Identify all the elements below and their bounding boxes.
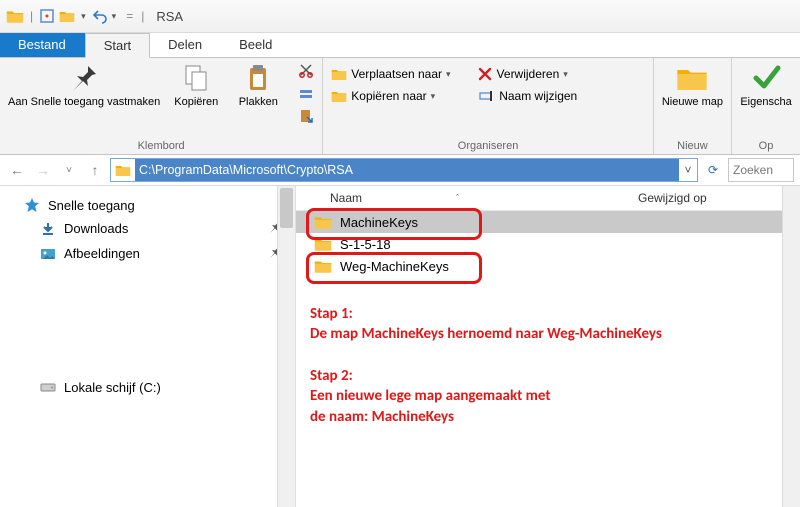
cut-icon[interactable]: [298, 62, 314, 81]
copy-label: Kopiëren: [174, 96, 218, 108]
column-headers: Naam ˆ Gewijzigd op: [296, 186, 800, 211]
nav-label: Downloads: [64, 221, 128, 236]
new-folder-icon[interactable]: [59, 8, 75, 24]
group-label-open: Op: [759, 140, 774, 152]
chevron-down-icon[interactable]: ▾: [81, 11, 86, 22]
up-button[interactable]: ↑: [84, 159, 106, 181]
folder-icon: [6, 9, 24, 23]
content-scrollbar[interactable]: [782, 186, 800, 507]
ribbon-tabs: Bestand Start Delen Beeld: [0, 33, 800, 58]
separator: |: [30, 9, 33, 23]
column-modified-label: Gewijzigd op: [638, 191, 707, 205]
folder-icon: [314, 259, 332, 273]
file-row[interactable]: S-1-5-18: [296, 233, 800, 255]
content-pane: Naam ˆ Gewijzigd op MachineKeys S-1-5-18…: [296, 186, 800, 507]
copy-to-button[interactable]: Kopiëren naar▾: [331, 88, 435, 104]
chevron-down-icon[interactable]: ▾: [112, 11, 117, 22]
annotation-step1-title: Stap 1:: [310, 304, 662, 324]
file-list: MachineKeys S-1-5-18 Weg-MachineKeys: [296, 211, 800, 277]
paste-shortcut-icon[interactable]: [298, 108, 314, 127]
nav-quick-access[interactable]: Snelle toegang: [0, 194, 295, 216]
tab-view[interactable]: Beeld: [221, 33, 291, 57]
nav-pictures[interactable]: Afbeeldingen: [0, 241, 295, 266]
column-name-label: Naam: [330, 191, 362, 205]
search-box[interactable]: Zoeken: [728, 158, 794, 182]
move-to-button[interactable]: Verplaatsen naar▾: [331, 66, 450, 82]
navigation-pane: Snelle toegang Downloads Afbeeldingen Lo…: [0, 186, 296, 507]
navpane-scrollbar[interactable]: [277, 186, 295, 507]
tab-share[interactable]: Delen: [150, 33, 221, 57]
chevron-down-icon[interactable]: ˅: [679, 163, 697, 177]
separator: |: [141, 9, 144, 23]
delete-button[interactable]: Verwijderen▾: [477, 66, 568, 82]
folder-icon: [314, 237, 332, 251]
address-input[interactable]: [135, 159, 679, 181]
copy-path-icon[interactable]: [298, 85, 314, 104]
file-row[interactable]: Weg-MachineKeys: [296, 255, 800, 277]
main-area: Snelle toegang Downloads Afbeeldingen Lo…: [0, 186, 800, 507]
annotation-step2: Stap 2: Een nieuwe lege map aangemaakt m…: [310, 366, 551, 427]
paste-button[interactable]: Plakken: [232, 62, 284, 108]
tab-file[interactable]: Bestand: [0, 33, 85, 57]
folder-icon: [314, 215, 332, 229]
forward-button[interactable]: →: [32, 159, 54, 181]
copy-to-label: Kopiëren naar: [351, 89, 426, 103]
rename-label: Naam wijzigen: [499, 89, 577, 103]
column-modified[interactable]: Gewijzigd op: [630, 191, 800, 205]
folder-icon: [115, 162, 131, 178]
annotation-step1-text: De map MachineKeys hernoemd naar Weg-Mac…: [310, 324, 662, 344]
column-name[interactable]: Naam ˆ: [296, 191, 630, 205]
sort-indicator-icon: ˆ: [456, 193, 459, 203]
properties-icon[interactable]: [39, 8, 55, 24]
group-label-clipboard: Klembord: [138, 140, 185, 152]
annotation-step2-title: Stap 2:: [310, 366, 551, 386]
delete-label: Verwijderen: [497, 67, 560, 81]
group-label-new: Nieuw: [677, 140, 708, 152]
download-icon: [40, 221, 56, 237]
search-placeholder: Zoeken: [733, 163, 773, 177]
annotation-step2-text2: de naam: MachineKeys: [310, 407, 551, 427]
nav-label: Snelle toegang: [48, 198, 135, 213]
file-name: MachineKeys: [340, 215, 418, 230]
pictures-icon: [40, 246, 56, 262]
annotation-step2-text1: Een nieuwe lege map aangemaakt met: [310, 386, 551, 406]
address-bar[interactable]: ˅: [110, 158, 698, 182]
move-to-label: Verplaatsen naar: [351, 67, 442, 81]
pin-label: Aan Snelle toegang vastmaken: [8, 96, 160, 108]
ribbon-group-clipboard: Aan Snelle toegang vastmaken Kopiëren Pl…: [0, 58, 323, 154]
pin-quick-access-button[interactable]: Aan Snelle toegang vastmaken: [8, 62, 160, 108]
group-label-organise: Organiseren: [458, 140, 519, 152]
copy-button[interactable]: Kopiëren: [170, 62, 222, 108]
nav-label: Afbeeldingen: [64, 246, 140, 261]
ribbon-group-organise: Verplaatsen naar▾ Verwijderen▾ Kopiëren …: [323, 58, 654, 154]
nav-label: Lokale schijf (C:): [64, 380, 161, 395]
undo-icon[interactable]: [92, 8, 108, 24]
window-title: RSA: [156, 9, 183, 24]
new-folder-label: Nieuwe map: [662, 96, 723, 108]
file-name: Weg-MachineKeys: [340, 259, 449, 274]
star-icon: [24, 197, 40, 213]
quick-access-toolbar: | ▾ ▾ = |: [6, 8, 146, 24]
ribbon-group-open: Eigenscha Op: [732, 58, 800, 154]
rename-button[interactable]: Naam wijzigen: [479, 88, 577, 104]
file-row[interactable]: MachineKeys: [296, 211, 800, 233]
back-button[interactable]: ←: [6, 159, 28, 181]
separator: =: [126, 9, 133, 23]
ribbon: Aan Snelle toegang vastmaken Kopiëren Pl…: [0, 58, 800, 155]
new-folder-button[interactable]: Nieuwe map: [662, 62, 723, 108]
tab-start[interactable]: Start: [85, 33, 150, 58]
properties-label: Eigenscha: [740, 96, 791, 108]
navigation-bar: ← → ˅ ↑ ˅ ⟳ Zoeken: [0, 155, 800, 186]
ribbon-group-new: Nieuwe map Nieuw: [654, 58, 732, 154]
properties-button[interactable]: Eigenscha: [740, 62, 792, 108]
nav-downloads[interactable]: Downloads: [0, 216, 295, 241]
recent-locations-button[interactable]: ˅: [58, 159, 80, 181]
file-name: S-1-5-18: [340, 237, 391, 252]
nav-local-disk[interactable]: Lokale schijf (C:): [0, 376, 295, 398]
drive-icon: [40, 379, 56, 395]
paste-label: Plakken: [239, 96, 278, 108]
annotation-step1: Stap 1: De map MachineKeys hernoemd naar…: [310, 304, 662, 345]
titlebar: | ▾ ▾ = | RSA: [0, 0, 800, 33]
refresh-button[interactable]: ⟳: [702, 163, 724, 177]
